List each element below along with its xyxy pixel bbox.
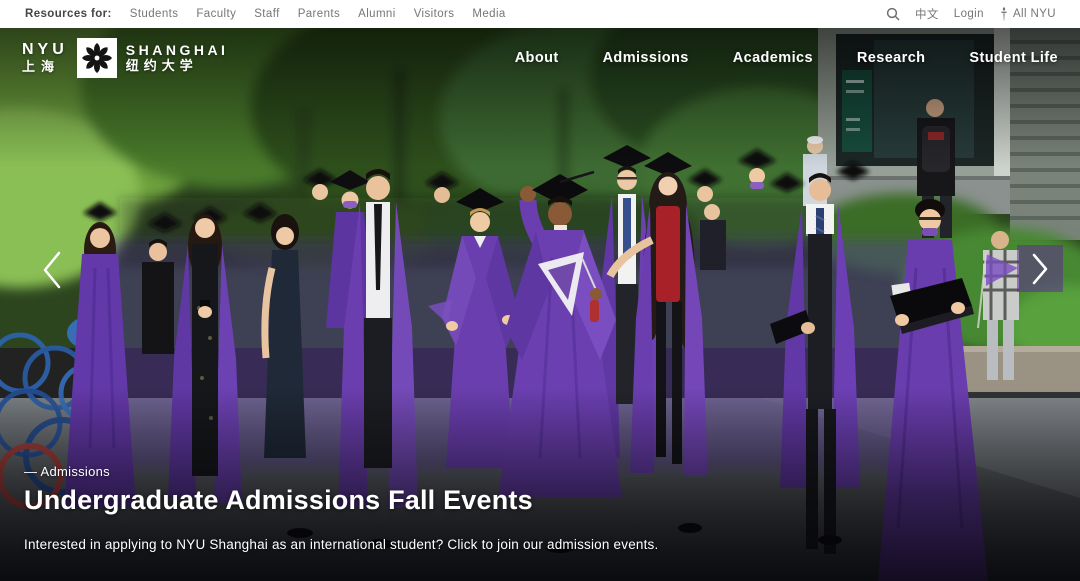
site-header: NYU 上海 SHANGHAI 纽约大学 About Admissions Ac… [0, 28, 1080, 78]
page-title: Undergraduate Admissions Fall Events [24, 485, 533, 515]
carousel-next-button[interactable] [1017, 245, 1063, 292]
utility-right: 中文 Login All NYU [886, 6, 1056, 22]
logo-shanghai-cn-text: 上海 [22, 59, 61, 74]
carousel-prev-button[interactable] [32, 244, 72, 296]
resources-nav: Resources for: Students Faculty Staff Pa… [25, 8, 506, 20]
hero-banner: NYU 上海 SHANGHAI 纽约大学 About Admissions Ac… [0, 28, 1080, 581]
utility-link-faculty[interactable]: Faculty [196, 8, 236, 20]
language-toggle[interactable]: 中文 [915, 6, 939, 22]
nav-link-admissions[interactable]: Admissions [603, 50, 689, 66]
site-logo[interactable]: NYU 上海 SHANGHAI 纽约大学 [22, 38, 228, 78]
utility-link-parents[interactable]: Parents [298, 8, 340, 20]
breadcrumb[interactable]: — Admissions [24, 464, 110, 479]
torch-icon [1001, 7, 1007, 21]
utility-link-media[interactable]: Media [472, 8, 505, 20]
utility-link-alumni[interactable]: Alumni [358, 8, 396, 20]
logo-nyu-text: NYU [22, 41, 68, 59]
utility-link-visitors[interactable]: Visitors [414, 8, 455, 20]
logo-shanghai-text: SHANGHAI [125, 41, 229, 58]
nav-link-student-life[interactable]: Student Life [969, 50, 1058, 66]
chevron-left-icon [43, 251, 61, 289]
all-nyu-label: All NYU [1012, 8, 1056, 20]
logo-nyu-cn-text: 纽约大学 [125, 57, 198, 73]
nav-link-about[interactable]: About [515, 50, 559, 66]
login-link[interactable]: Login [954, 8, 984, 20]
logo-left-column: NYU 上海 [22, 41, 68, 74]
main-nav: About Admissions Academics Research Stud… [515, 38, 1058, 66]
hero-subtitle: Interested in applying to NYU Shanghai a… [24, 537, 659, 552]
utility-link-students[interactable]: Students [130, 8, 179, 20]
pinwheel-flower-icon [76, 38, 117, 78]
logo-right-column: SHANGHAI 纽约大学 [126, 42, 229, 74]
search-icon[interactable] [886, 7, 900, 21]
chevron-right-icon [1032, 253, 1048, 284]
utility-link-staff[interactable]: Staff [254, 8, 279, 20]
nav-link-academics[interactable]: Academics [733, 50, 813, 66]
resources-label: Resources for: [25, 8, 112, 20]
utility-bar: Resources for: Students Faculty Staff Pa… [0, 0, 1080, 28]
nav-link-research[interactable]: Research [857, 50, 926, 66]
all-nyu-link[interactable]: All NYU [999, 7, 1056, 21]
